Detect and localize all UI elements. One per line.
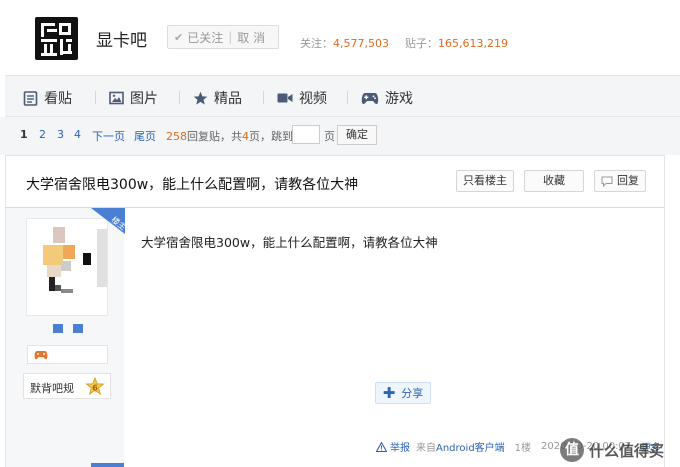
page-unit-label: 页 [324, 130, 335, 143]
comment-icon [601, 176, 613, 187]
source-prefix: 来自 [416, 443, 436, 454]
tab-games[interactable]: 游戏 [361, 88, 413, 108]
video-camera-icon [277, 93, 293, 103]
user-icons-row [27, 345, 108, 364]
gamepad-icon [34, 351, 48, 360]
divider: | [228, 30, 233, 44]
tab-videos[interactable]: 视频 [277, 88, 327, 108]
warning-icon [376, 441, 387, 452]
level-badge-icon: 6 [85, 377, 105, 395]
follow-count: 4,577,503 [333, 37, 389, 50]
gamepad-icon [361, 92, 379, 104]
site-watermark: 值 什么值得买 [560, 437, 664, 463]
post-floor-1: 楼主 默背吧规 6 大学宿舍限电300w，能上什么配置啊，请教各位大神 ✚ 分享… [5, 208, 665, 467]
source-client-link[interactable]: Android客户端 [436, 439, 505, 454]
floor-number: 1楼 [514, 443, 532, 454]
follow-count-label: 关注： [300, 37, 333, 50]
followed-label: 已关注 [187, 30, 224, 45]
image-icon [109, 91, 124, 105]
forum-header: 显卡吧 ✔ 已关注 | 取 消 关注：4,577,503 贴子：165,613,2… [0, 0, 680, 75]
only-author-button[interactable]: 只看楼主 [456, 170, 514, 192]
jump-to-text: 页，跳到 [249, 130, 293, 143]
watermark-logo: 值 [560, 438, 584, 462]
document-icon [23, 90, 38, 106]
user-level[interactable]: 默背吧规 6 [23, 373, 111, 399]
author-panel: 楼主 默背吧规 6 [6, 208, 125, 467]
post-count: 165,613,219 [437, 37, 508, 50]
star-icon [193, 91, 208, 105]
forum-tab-bar: 看贴 图片 精品 视频 游戏 [5, 75, 680, 117]
divider [179, 91, 180, 104]
forum-name[interactable]: 显卡吧 [96, 26, 147, 51]
report-label: 举报 [390, 443, 410, 454]
tab-posts-label: 看贴 [44, 91, 72, 107]
thread-header: 大学宿舍限电300w，能上什么配置啊，请教各位大神 只看楼主 收藏 回复 [5, 155, 665, 208]
page-total: 4 [242, 130, 249, 143]
tab-featured[interactable]: 精品 [193, 88, 242, 108]
divider [95, 91, 96, 104]
page-link-3[interactable]: 3 [57, 128, 64, 141]
reply-count-text: 回复贴，共 [187, 130, 242, 143]
forum-logo[interactable] [35, 17, 78, 60]
tab-images[interactable]: 图片 [109, 88, 158, 108]
tab-images-label: 图片 [130, 91, 158, 107]
tab-games-label: 游戏 [385, 91, 413, 107]
forum-stats: 关注：4,577,503 贴子：165,613,219 [300, 35, 508, 51]
level-name: 默背吧规 [30, 382, 74, 395]
page-jump-input[interactable] [292, 125, 320, 144]
reply-button[interactable]: 回复 [594, 170, 646, 192]
divider [347, 91, 348, 104]
last-page-link[interactable]: 尾页 [134, 128, 156, 144]
username[interactable] [53, 324, 83, 334]
tab-featured-label: 精品 [214, 91, 242, 107]
level-number: 6 [92, 383, 98, 392]
reply-summary: 258回复贴，共4页，跳到 [166, 128, 293, 144]
unfollow-button[interactable]: 取 消 [237, 29, 265, 46]
post-content: 大学宿舍限电300w，能上什么配置啊，请教各位大神 [141, 235, 438, 250]
share-label: 分享 [401, 387, 424, 400]
next-page-link[interactable]: 下一页 [92, 128, 125, 144]
check-icon: ✔ [174, 30, 184, 44]
favorite-button[interactable]: 收藏 [524, 170, 584, 192]
tab-videos-label: 视频 [299, 91, 327, 107]
reply-label: 回复 [617, 174, 639, 187]
follow-toggle[interactable]: ✔ 已关注 | 取 消 [167, 25, 279, 49]
divider [263, 91, 264, 104]
page-link-2[interactable]: 2 [39, 128, 46, 141]
tab-posts[interactable]: 看贴 [23, 88, 72, 108]
pagination-bar: 1 2 3 4 下一页 尾页 258回复贴，共4页，跳到 页 确定 [0, 117, 680, 155]
watermark-text: 什么值得买 [589, 441, 665, 460]
decor-strip [91, 463, 124, 467]
report-link[interactable]: 举报 [376, 439, 410, 454]
share-button[interactable]: ✚ 分享 [375, 382, 431, 404]
confirm-jump-button[interactable]: 确定 [337, 125, 377, 145]
page-link-4[interactable]: 4 [74, 128, 81, 141]
post-count-label: 贴子： [404, 37, 438, 50]
page-link-1: 1 [20, 128, 28, 141]
plus-icon: ✚ [382, 384, 396, 402]
reply-count: 258 [166, 130, 187, 143]
author-badge: 楼主 [91, 208, 125, 234]
thread-title: 大学宿舍限电300w，能上什么配置啊，请教各位大神 [26, 177, 359, 193]
